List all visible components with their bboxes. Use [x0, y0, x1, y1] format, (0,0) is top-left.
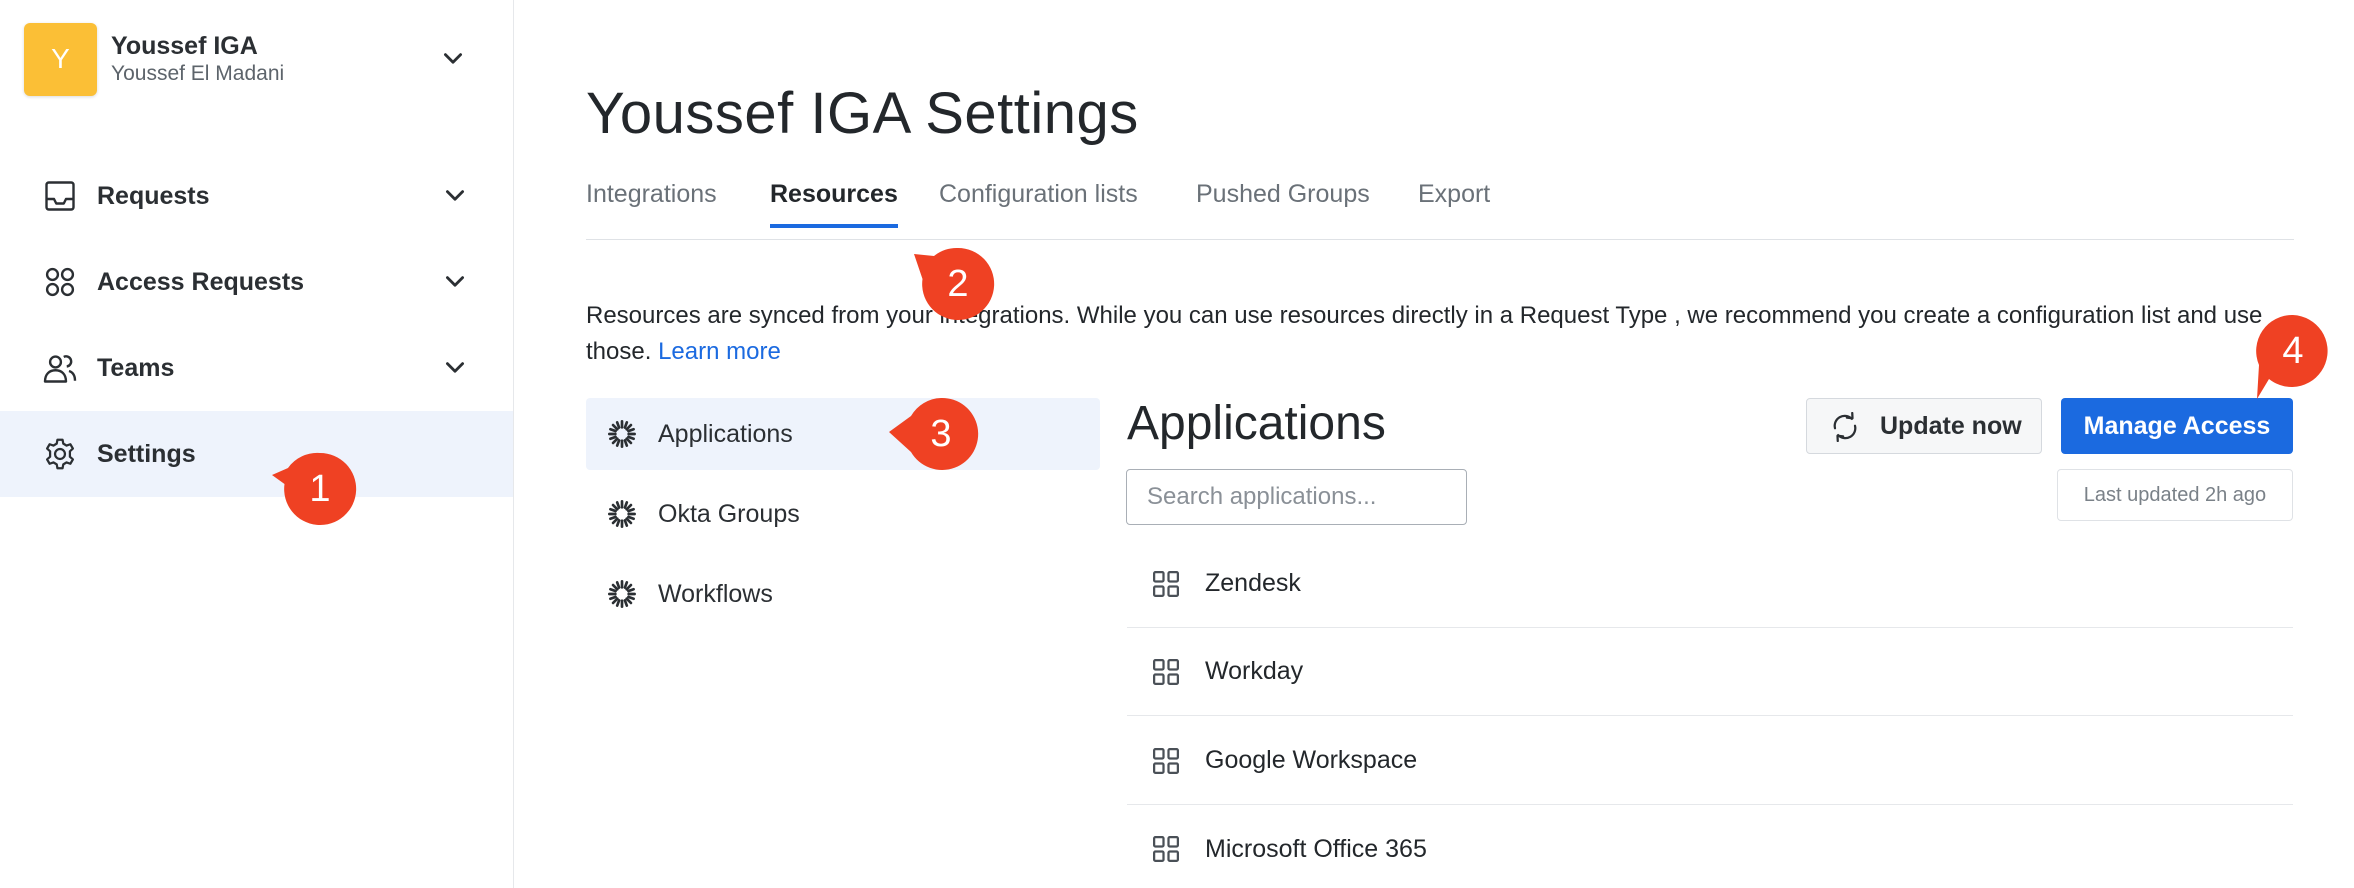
- resource-okta-groups[interactable]: Okta Groups: [586, 478, 1100, 550]
- app-label: Microsoft Office 365: [1205, 834, 1427, 863]
- grid-icon: [1153, 571, 1179, 597]
- callout-number: 1: [309, 467, 331, 510]
- chevron-down-icon[interactable]: [440, 46, 466, 72]
- callout-number: 3: [930, 412, 952, 455]
- chevron-down-icon[interactable]: [442, 183, 468, 209]
- sidebar-item-teams[interactable]: Teams: [0, 325, 513, 411]
- callout-number: 4: [2282, 329, 2304, 372]
- app-row-google-workspace[interactable]: Google Workspace: [1127, 717, 2293, 805]
- tab-integrations[interactable]: Integrations: [586, 180, 717, 227]
- tab-configuration-lists[interactable]: Configuration lists: [939, 180, 1138, 227]
- callout-number: 2: [947, 262, 969, 305]
- sidebar-item-label: Access Requests: [97, 267, 305, 296]
- tab-export[interactable]: Export: [1418, 180, 1490, 227]
- callout-marker-4: 4: [2255, 313, 2331, 399]
- users-icon: [43, 355, 77, 383]
- sidebar-item-label: Requests: [97, 181, 210, 210]
- sidebar: Y Youssef IGA Youssef El Madani Requests…: [0, 0, 514, 888]
- okta-icon: [608, 580, 636, 608]
- grid-icon: [1153, 748, 1179, 774]
- circles-icon: [45, 267, 75, 297]
- resource-label: Applications: [658, 419, 793, 448]
- page-title: Youssef IGA Settings: [586, 81, 1139, 146]
- update-now-button[interactable]: Update now: [1806, 398, 2042, 454]
- applications-heading: Applications: [1127, 397, 1386, 450]
- grid-icon: [1153, 836, 1179, 862]
- search-applications-input[interactable]: [1126, 469, 1467, 525]
- resource-applications[interactable]: Applications: [586, 398, 1100, 470]
- callout-marker-1: 1: [272, 451, 358, 527]
- resource-label: Workflows: [658, 579, 773, 608]
- grid-icon: [1153, 659, 1179, 685]
- last-updated-badge: Last updated 2h ago: [2057, 469, 2293, 521]
- resources-description: Resources are synced from your integrati…: [586, 298, 2306, 370]
- sidebar-item-label: Settings: [97, 439, 196, 468]
- app-label: Zendesk: [1205, 569, 1301, 597]
- chevron-down-icon[interactable]: [442, 269, 468, 295]
- avatar: Y: [24, 22, 97, 96]
- workspace-switcher[interactable]: Y Youssef IGA Youssef El Madani: [24, 22, 494, 96]
- settings-tabs: Integrations Resources Configuration lis…: [586, 178, 2294, 240]
- sidebar-item-access-requests[interactable]: Access Requests: [0, 239, 513, 325]
- resource-workflows[interactable]: Workflows: [586, 558, 1100, 630]
- workspace-info: Youssef IGA Youssef El Madani: [111, 31, 284, 87]
- gear-icon: [45, 438, 75, 470]
- sidebar-item-label: Teams: [97, 353, 175, 382]
- learn-more-link[interactable]: Learn more: [658, 338, 781, 365]
- tab-resources[interactable]: Resources: [770, 180, 898, 228]
- chevron-down-icon[interactable]: [442, 355, 468, 381]
- description-text: Resources are synced from your integrati…: [586, 302, 2263, 365]
- app-row-microsoft-office-365[interactable]: Microsoft Office 365: [1127, 805, 2293, 888]
- app-row-zendesk[interactable]: Zendesk: [1127, 540, 2293, 628]
- sidebar-item-settings[interactable]: Settings: [0, 411, 513, 497]
- inbox-icon: [45, 181, 75, 211]
- callout-marker-3: 3: [889, 396, 979, 472]
- okta-icon: [608, 500, 636, 528]
- tab-pushed-groups[interactable]: Pushed Groups: [1196, 180, 1370, 227]
- resource-label: Okta Groups: [658, 499, 800, 528]
- sidebar-item-requests[interactable]: Requests: [0, 153, 513, 239]
- workspace-user: Youssef El Madani: [111, 62, 285, 85]
- update-now-label: Update now: [1880, 411, 2022, 440]
- app-row-workday[interactable]: Workday: [1127, 628, 2293, 716]
- app-label: Workday: [1205, 657, 1304, 685]
- sync-icon: [1833, 412, 1857, 442]
- callout-marker-2: 2: [914, 246, 996, 322]
- app-label: Google Workspace: [1205, 746, 1418, 774]
- okta-icon: [608, 420, 636, 448]
- workspace-name: Youssef IGA: [111, 32, 258, 60]
- manage-access-button[interactable]: Manage Access: [2061, 398, 2293, 454]
